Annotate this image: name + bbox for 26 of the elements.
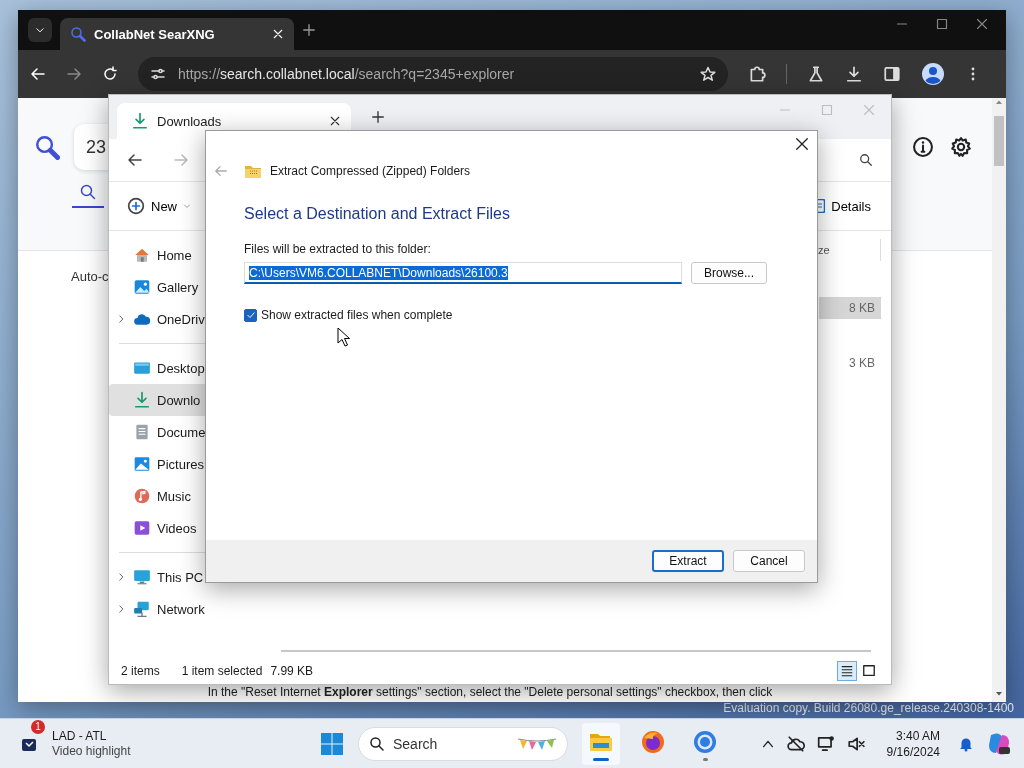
cancel-button[interactable]: Cancel — [733, 550, 805, 572]
item-count: 2 items — [121, 664, 160, 678]
new-button[interactable]: New — [123, 193, 195, 219]
file-size-cell[interactable]: 3 KB — [819, 352, 881, 374]
selection-size: 7.99 KB — [270, 664, 314, 678]
notification-badge: 1 — [31, 719, 45, 734]
path-field[interactable]: C:\Users\VM6.COLLABNET\Downloads\26100.3 — [244, 262, 682, 284]
dialog-title: Extract Compressed (Zipped) Folders — [270, 164, 471, 178]
instruction-text: In the "Reset Internet Explorer settings" section, select the "Delete personal settings" checkbox, then click — [206, 685, 774, 701]
sidebar-item[interactable]: Network — [109, 593, 256, 625]
dialog-heading: Select a Destination and Extract Files — [244, 205, 511, 223]
browser-tab[interactable]: CollabNet SearXNG — [60, 18, 294, 50]
autocomplete-label: Auto-c — [71, 269, 109, 284]
build-watermark: Evaluation copy. Build 26080.ge_release.240308-1400 — [723, 701, 1014, 715]
file-size-cell[interactable]: 8 KB — [819, 297, 881, 319]
taskbar-search[interactable]: Search — [358, 726, 568, 761]
clock-date[interactable]: 9/16/2024 — [886, 743, 940, 760]
selection-status: 1 item selected — [181, 664, 263, 678]
checkbox-label[interactable]: Show extracted files when complete — [261, 308, 453, 322]
address-bar[interactable]: https://search.collabnet.local/search?q=2345+explorer — [138, 57, 728, 91]
field-label: Files will be extracted to this folder: — [244, 242, 432, 256]
extract-button[interactable]: Extract — [652, 550, 724, 572]
browse-button[interactable]: Browse... — [691, 262, 767, 284]
widget-title[interactable]: LAD - ATL — [52, 728, 131, 744]
widget-subtitle[interactable]: Video highlight — [52, 743, 131, 759]
clock-time[interactable]: 3:40 AM — [895, 727, 940, 744]
